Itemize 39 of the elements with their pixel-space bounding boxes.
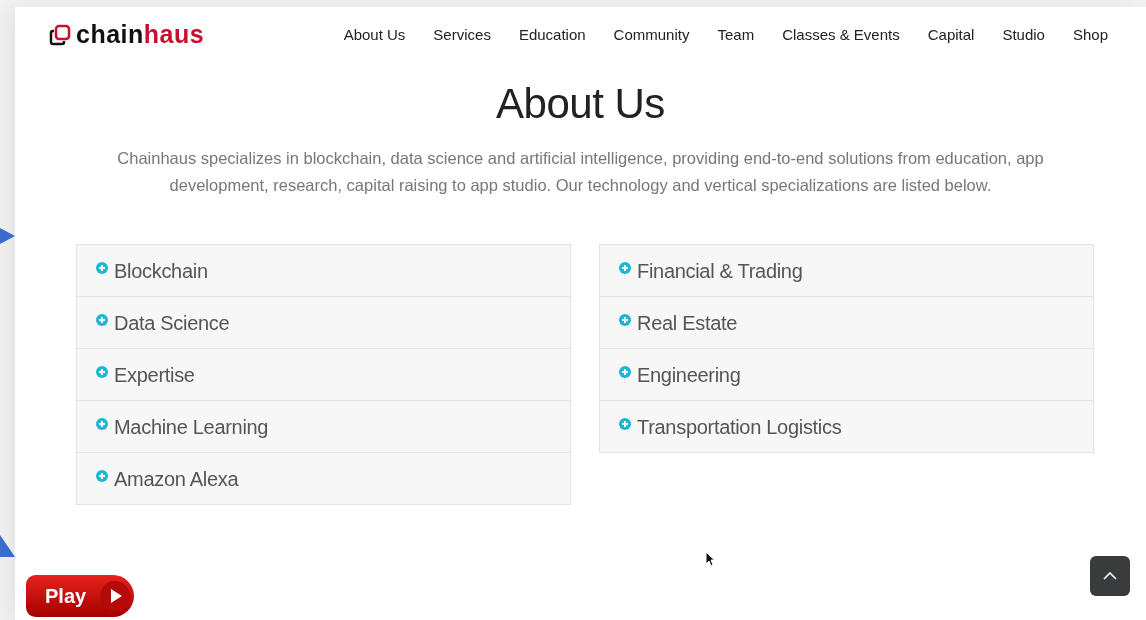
plus-circle-icon — [619, 262, 631, 274]
accordion-item[interactable]: Expertise — [76, 348, 571, 401]
play-button[interactable]: Play — [26, 575, 134, 617]
chevron-up-icon — [1103, 572, 1117, 580]
nav-link[interactable]: Education — [518, 23, 586, 47]
accordion-item[interactable]: Financial & Trading — [599, 244, 1094, 297]
logo-text: chainhaus — [76, 19, 205, 51]
accordion-item[interactable]: Amazon Alexa — [76, 452, 571, 505]
plus-circle-icon — [96, 366, 108, 378]
logo-icon — [49, 24, 71, 46]
accordion-item[interactable]: Data Science — [76, 296, 571, 349]
accordion-item[interactable]: Machine Learning — [76, 400, 571, 453]
cursor-icon — [705, 551, 715, 567]
play-icon — [100, 581, 131, 611]
accordion-item[interactable]: Engineering — [599, 348, 1094, 401]
plus-circle-icon — [619, 418, 631, 430]
page-heading: About Us — [495, 79, 666, 129]
nav-link[interactable]: Capital — [927, 23, 975, 47]
accordion-item[interactable]: Blockchain — [76, 244, 571, 297]
accordion-item[interactable]: Transportation Logistics — [599, 400, 1094, 453]
pointer-arrow-icon — [0, 535, 15, 557]
logo[interactable]: chainhaus — [49, 16, 205, 54]
nav-link[interactable]: Team — [717, 23, 755, 47]
nav-link[interactable]: Community — [613, 23, 690, 47]
plus-circle-icon — [96, 418, 108, 430]
nav-link[interactable]: Services — [433, 23, 491, 47]
nav-link[interactable]: About Us — [343, 23, 406, 47]
plus-circle-icon — [96, 470, 108, 482]
nav-link[interactable]: Shop — [1072, 23, 1108, 47]
nav-link[interactable]: Classes & Events — [782, 23, 900, 47]
plus-circle-icon — [96, 314, 108, 326]
accordion-item[interactable]: Real Estate — [599, 296, 1094, 349]
plus-circle-icon — [619, 314, 631, 326]
scroll-to-top-button[interactable] — [1090, 556, 1130, 596]
intro-paragraph: Chainhaus specializes in blockchain, data science and artificial intelligence, providing end-to-end solutions from education, app development, research, capital raising to app studio. Our technology and vertical specializations are listed below. — [116, 148, 1045, 196]
plus-circle-icon — [96, 262, 108, 274]
plus-circle-icon — [619, 366, 631, 378]
nav-link[interactable]: Studio — [1002, 23, 1045, 47]
pointer-arrow-icon — [0, 228, 15, 244]
